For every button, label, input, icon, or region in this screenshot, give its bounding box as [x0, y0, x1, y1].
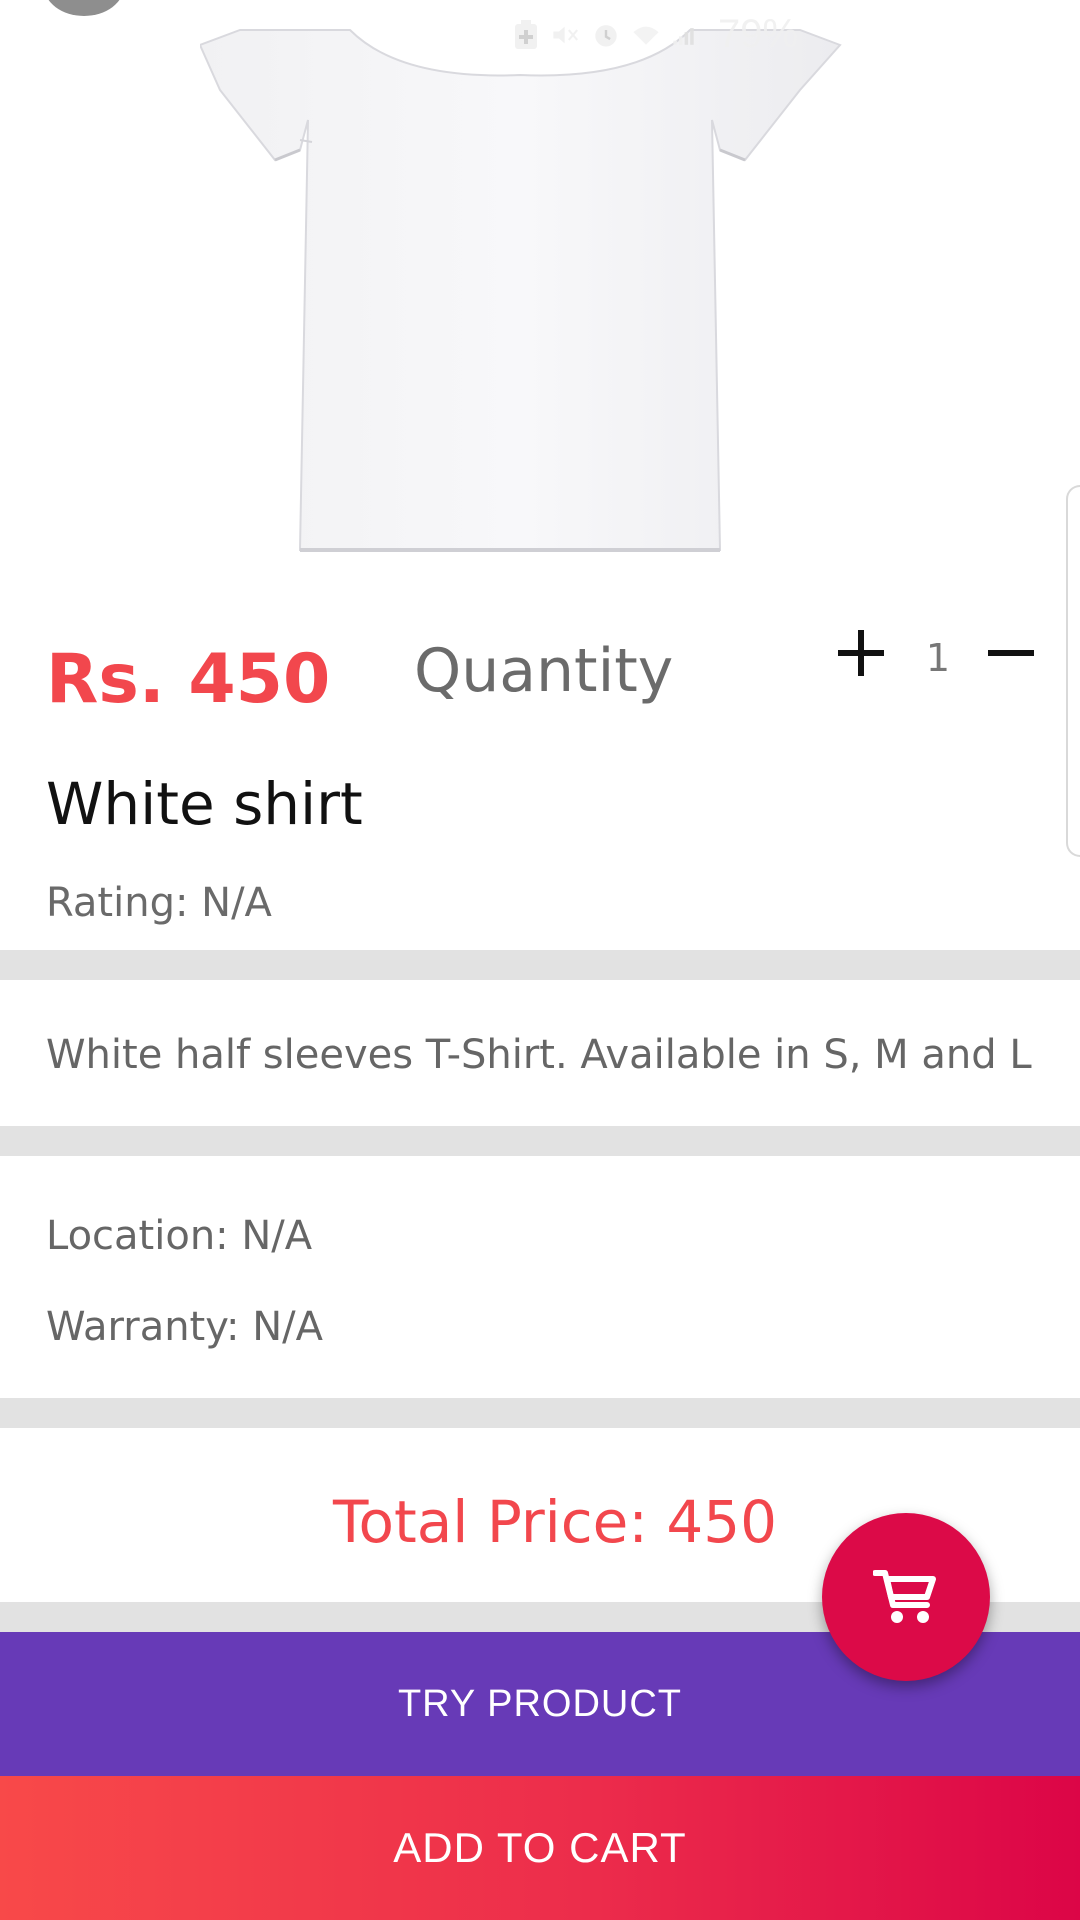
side-drawer-handle[interactable]: [1066, 485, 1080, 857]
add-to-cart-button[interactable]: ADD TO CART: [0, 1776, 1080, 1920]
product-description: White half sleeves T-Shirt. Available in…: [46, 1032, 1032, 1078]
quantity-value: 1: [925, 636, 951, 680]
product-image: [200, 29, 842, 552]
cart-fab-button[interactable]: [822, 1513, 990, 1681]
section-divider: [0, 1126, 1080, 1156]
mute-icon: [552, 21, 580, 49]
cart-icon: [873, 1570, 936, 1623]
add-to-cart-label: ADD TO CART: [393, 1824, 687, 1871]
back-button[interactable]: [44, 0, 124, 16]
product-image-area: 79%: [0, 0, 1080, 590]
section-divider: [0, 1398, 1080, 1428]
product-price: Rs. 450: [46, 640, 331, 719]
quantity-decrease-icon[interactable]: [986, 628, 1036, 678]
status-bar: 79%: [512, 12, 798, 57]
section-divider: [0, 950, 1080, 980]
product-rating: Rating: N/A: [46, 880, 272, 926]
product-warranty: Warranty: N/A: [46, 1304, 323, 1350]
alarm-icon: [592, 21, 620, 49]
quantity-increase-icon[interactable]: [836, 628, 886, 678]
product-location: Location: N/A: [46, 1213, 313, 1259]
battery-saver-icon: [512, 19, 540, 49]
wifi-icon: [632, 21, 660, 49]
battery-percent: 79%: [718, 12, 799, 56]
signal-icon: [672, 21, 700, 49]
try-product-label: TRY PRODUCT: [397, 1682, 683, 1725]
product-name: White shirt: [46, 770, 363, 838]
quantity-label: Quantity: [414, 636, 674, 706]
